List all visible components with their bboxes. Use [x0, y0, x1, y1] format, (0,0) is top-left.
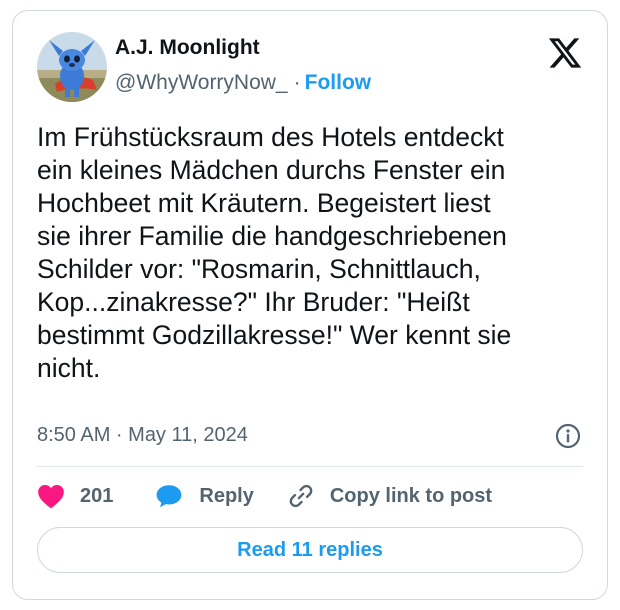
- speech-bubble-icon: [156, 485, 182, 508]
- x-logo-icon[interactable]: [547, 35, 583, 71]
- author-name[interactable]: A.J. Moonlight: [115, 36, 260, 60]
- like-count: 201: [80, 484, 114, 507]
- info-icon[interactable]: [555, 423, 581, 449]
- avatar-image: [37, 32, 107, 102]
- tweet-card: A.J. Moonlight @WhyWorryNow_ · Follow Im F…: [12, 10, 608, 600]
- author-handle[interactable]: @WhyWorryNow_: [115, 71, 288, 94]
- action-bar: 201 Reply Copy link to post: [37, 481, 492, 511]
- timestamp-link[interactable]: 8:50 AM · May 11, 2024: [37, 424, 248, 447]
- heart-icon: [38, 485, 64, 509]
- reply-label: Reply: [199, 484, 254, 507]
- follow-button[interactable]: Follow: [305, 71, 372, 94]
- copy-link-button[interactable]: Copy link to post: [288, 483, 492, 509]
- avatar[interactable]: [37, 32, 107, 102]
- copy-link-label: Copy link to post: [329, 484, 493, 507]
- author-handle-line: @WhyWorryNow_ · Follow: [115, 71, 371, 95]
- read-replies-button[interactable]: Read 11 replies: [37, 527, 583, 573]
- divider: [37, 466, 583, 467]
- reply-button[interactable]: Reply: [155, 483, 254, 509]
- separator-dot: ·: [293, 71, 301, 94]
- like-button[interactable]: 201: [37, 483, 113, 509]
- tweet-text: Im Frühstücksraum des Hotels entdeckt ei…: [37, 122, 512, 383]
- link-icon: [289, 484, 313, 508]
